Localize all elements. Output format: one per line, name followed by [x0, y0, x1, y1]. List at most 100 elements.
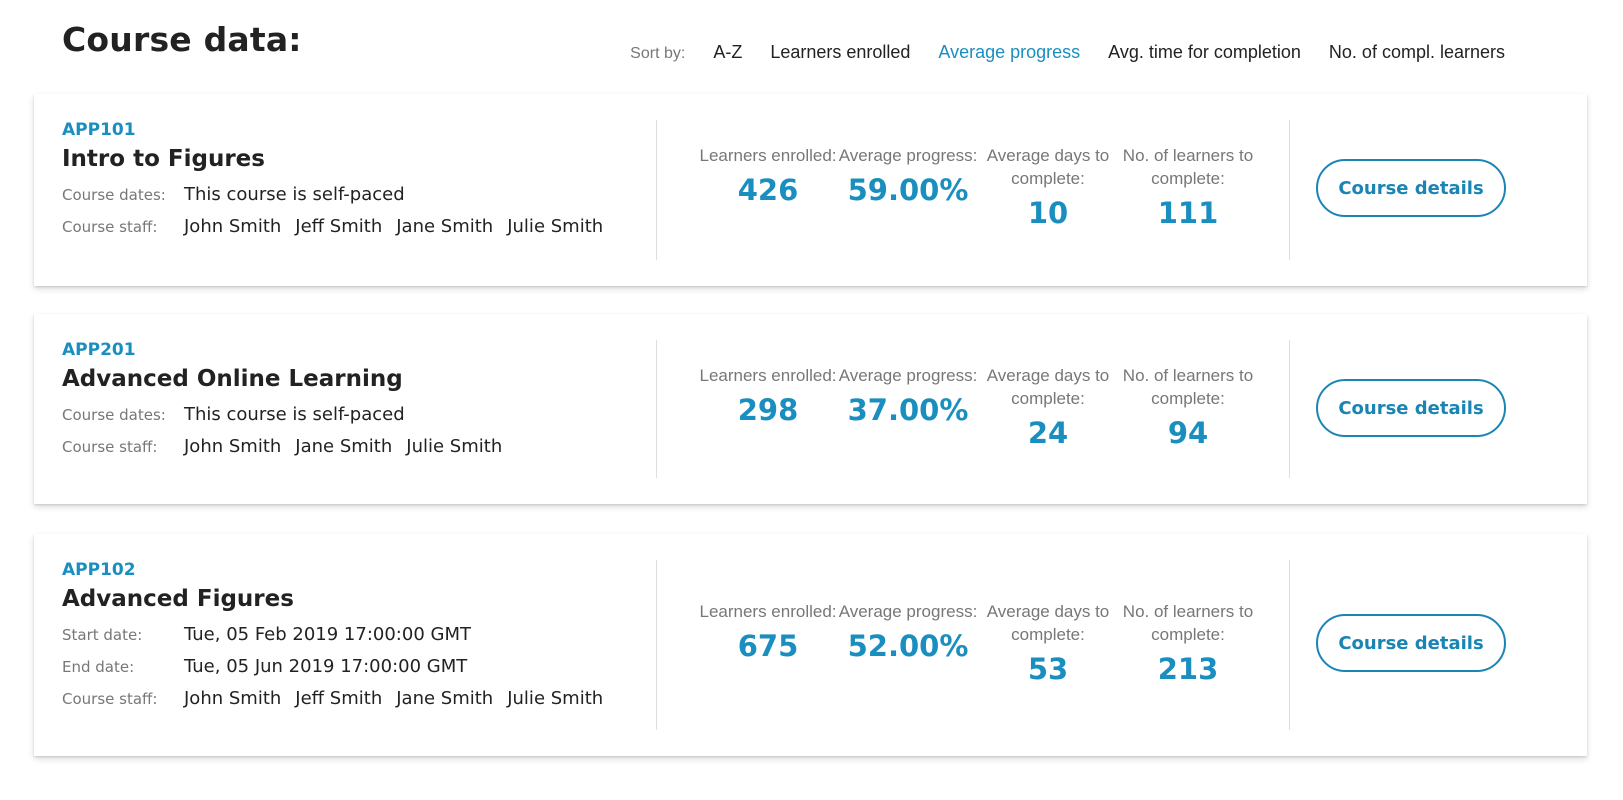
- stat-label: No. of learners to complete:: [1122, 146, 1254, 188]
- stat-label: Average progress:: [838, 146, 978, 165]
- sort-label: Sort by:: [630, 45, 686, 62]
- staff-label: Course staff:: [62, 690, 158, 708]
- stat-label: Learners enrolled:: [699, 146, 837, 165]
- staff-member: Julie Smith: [507, 688, 604, 709]
- course-card: APP201 Advanced Online Learning Course d…: [34, 314, 1587, 504]
- stat-learners-completed: No. of learners to complete: 111: [1118, 144, 1258, 230]
- staff-member: Jane Smith: [295, 436, 393, 457]
- stat-label: Average days to complete:: [986, 146, 1110, 188]
- page-title: Course data:: [62, 20, 302, 59]
- stat-value: 426: [737, 173, 799, 207]
- stat-value: 53: [1027, 652, 1069, 686]
- course-title: Intro to Figures: [62, 146, 265, 172]
- stat-value: 52.00%: [847, 629, 969, 663]
- stat-value: 94: [1167, 416, 1209, 450]
- stat-label: Average days to complete:: [986, 366, 1110, 408]
- course-stats: Learners enrolled: 675 Average progress:…: [698, 600, 1258, 686]
- stat-value: 37.00%: [847, 393, 969, 427]
- staff-member: Julie Smith: [406, 436, 503, 457]
- divider: [656, 560, 657, 730]
- stat-average-progress: Average progress: 59.00%: [838, 144, 978, 230]
- stat-label: Average progress:: [838, 366, 978, 385]
- sort-option-average-progress[interactable]: Average progress: [938, 42, 1080, 63]
- sort-option-a-z[interactable]: A-Z: [713, 42, 742, 63]
- stat-value: 675: [737, 629, 799, 663]
- course-card: APP102 Advanced Figures Start date: Tue,…: [34, 534, 1587, 756]
- course-info: APP102 Advanced Figures Start date: Tue,…: [62, 560, 642, 720]
- stat-average-days: Average days to complete: 24: [978, 364, 1118, 450]
- meta-label: Start date:: [62, 626, 143, 644]
- stat-value: 59.00%: [847, 173, 969, 207]
- stat-label: Learners enrolled:: [699, 602, 837, 621]
- stat-label: No. of learners to complete:: [1122, 602, 1254, 644]
- stat-value: 10: [1027, 196, 1069, 230]
- staff-member: Jane Smith: [396, 216, 494, 237]
- course-details-button[interactable]: Course details: [1316, 159, 1506, 217]
- course-meta: Course dates: This course is self-paced …: [62, 404, 642, 468]
- course-info: APP101 Intro to Figures Course dates: Th…: [62, 120, 642, 248]
- stat-value: 111: [1157, 196, 1219, 230]
- meta-value: This course is self-paced: [184, 404, 405, 425]
- stat-label: Average progress:: [838, 602, 978, 621]
- course-details-button[interactable]: Course details: [1316, 379, 1506, 437]
- divider: [656, 120, 657, 260]
- course-dates-row: Course dates: This course is self-paced: [62, 184, 642, 216]
- course-card: APP101 Intro to Figures Course dates: Th…: [34, 94, 1587, 286]
- staff-list: John Smith Jeff Smith Jane Smith Julie Smit…: [184, 688, 617, 709]
- staff-list: John Smith Jane Smith Julie Smith: [184, 436, 516, 457]
- divider: [1289, 120, 1290, 260]
- course-staff-row: Course staff: John Smith Jeff Smith Jane S…: [62, 688, 642, 720]
- sort-bar: Sort by: A-Z Learners enrolled Average p…: [630, 42, 1505, 63]
- staff-list: John Smith Jeff Smith Jane Smith Julie Smit…: [184, 216, 617, 237]
- staff-member: Jeff Smith: [295, 688, 383, 709]
- course-info: APP201 Advanced Online Learning Course d…: [62, 340, 642, 468]
- staff-member: Jeff Smith: [295, 216, 383, 237]
- stat-value: 213: [1157, 652, 1219, 686]
- course-code: APP101: [62, 120, 136, 140]
- staff-member: John Smith: [184, 216, 282, 237]
- stat-label: Learners enrolled:: [699, 366, 837, 385]
- course-code: APP201: [62, 340, 136, 360]
- course-staff-row: Course staff: John Smith Jane Smith Julie …: [62, 436, 642, 468]
- course-code: APP102: [62, 560, 136, 580]
- course-title: Advanced Online Learning: [62, 366, 403, 392]
- meta-value: This course is self-paced: [184, 184, 405, 205]
- staff-member: John Smith: [184, 436, 282, 457]
- stat-learners-enrolled: Learners enrolled: 426: [698, 144, 838, 230]
- meta-value: Tue, 05 Feb 2019 17:00:00 GMT: [184, 624, 471, 645]
- stat-average-days: Average days to complete: 53: [978, 600, 1118, 686]
- course-stats: Learners enrolled: 426 Average progress:…: [698, 144, 1258, 230]
- stat-average-progress: Average progress: 37.00%: [838, 364, 978, 450]
- stat-learners-completed: No. of learners to complete: 213: [1118, 600, 1258, 686]
- meta-label: Course dates:: [62, 186, 166, 204]
- course-meta: Course dates: This course is self-paced …: [62, 184, 642, 248]
- course-stats: Learners enrolled: 298 Average progress:…: [698, 364, 1258, 450]
- stat-learners-enrolled: Learners enrolled: 298: [698, 364, 838, 450]
- stat-label: No. of learners to complete:: [1122, 366, 1254, 408]
- meta-value: Tue, 05 Jun 2019 17:00:00 GMT: [184, 656, 468, 677]
- staff-member: Julie Smith: [507, 216, 604, 237]
- stat-learners-completed: No. of learners to complete: 94: [1118, 364, 1258, 450]
- staff-member: Jane Smith: [396, 688, 494, 709]
- stat-value: 24: [1027, 416, 1069, 450]
- stat-label: Average days to complete:: [986, 602, 1110, 644]
- sort-option-avg-time[interactable]: Avg. time for completion: [1108, 42, 1301, 63]
- meta-label: Course dates:: [62, 406, 166, 424]
- sort-option-learners-enrolled[interactable]: Learners enrolled: [770, 42, 910, 63]
- divider: [1289, 340, 1290, 478]
- course-meta: Start date: Tue, 05 Feb 2019 17:00:00 GM…: [62, 624, 642, 720]
- divider: [1289, 560, 1290, 730]
- sort-option-completed-learners[interactable]: No. of compl. learners: [1329, 42, 1505, 63]
- staff-member: John Smith: [184, 688, 282, 709]
- stat-average-days: Average days to complete: 10: [978, 144, 1118, 230]
- stat-value: 298: [737, 393, 799, 427]
- start-date-row: Start date: Tue, 05 Feb 2019 17:00:00 GM…: [62, 624, 642, 656]
- course-details-button[interactable]: Course details: [1316, 614, 1506, 672]
- end-date-row: End date: Tue, 05 Jun 2019 17:00:00 GMT: [62, 656, 642, 688]
- staff-label: Course staff:: [62, 218, 158, 236]
- divider: [656, 340, 657, 478]
- stat-average-progress: Average progress: 52.00%: [838, 600, 978, 686]
- stat-learners-enrolled: Learners enrolled: 675: [698, 600, 838, 686]
- staff-label: Course staff:: [62, 438, 158, 456]
- course-dates-row: Course dates: This course is self-paced: [62, 404, 642, 436]
